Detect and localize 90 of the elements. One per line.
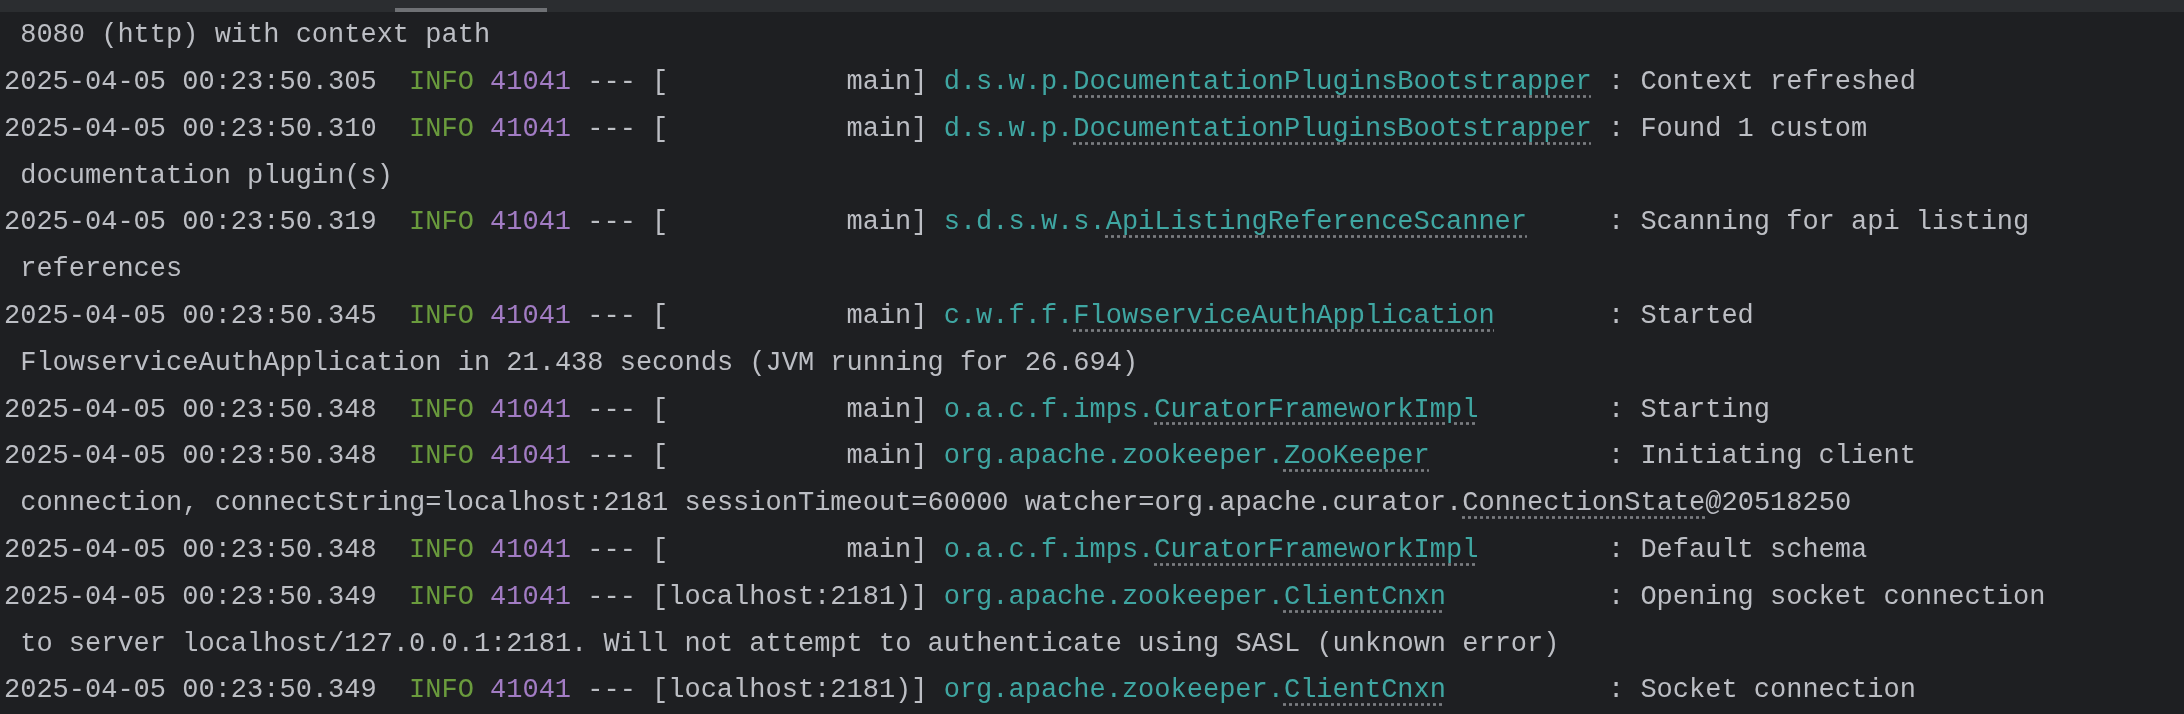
logger-package: org.apache.zookeeper. [943,580,1284,614]
process-id: 41041 [490,299,573,333]
log-message: : Started [1608,299,1754,333]
thread-name: main [845,533,912,567]
logger-class-link[interactable]: ClientCnxn [1283,670,1446,711]
bracket-text: ] [911,674,929,708]
log-message: : Initiating client [1608,440,1916,474]
log-timestamp: 2025-04-05 00:23:50.345 [4,299,378,333]
log-message: FlowserviceAuthApplication in 21.438 seconds (JVM running for 26.694) [19,346,1139,380]
logger-package: d.s.w.p. [943,65,1074,99]
log-message: connection, connectString=localhost:2181 sessionTimeout=60000 watcher=org.apache.curator. [19,487,1463,521]
logger-package: o.a.c.f.imps. [943,393,1155,427]
log-level: INFO [409,674,475,708]
logger-class-link[interactable]: DocumentationPluginsBootstrapper [1073,108,1592,150]
thread-name: main [845,112,912,146]
thread-name: localhost:2181) [668,674,912,708]
logger-package: d.s.w.p. [943,112,1074,146]
log-message: : Socket connection [1608,674,1916,708]
log-message: to server localhost/127.0.0.1:2181. Will not attempt to authenticate using SASL (unknown error) [19,627,1560,661]
log-message: : Default schema [1608,533,1868,567]
log-level: INFO [409,440,475,474]
process-id: 41041 [490,206,573,240]
logger-package: org.apache.zookeeper. [943,440,1284,474]
process-id: 41041 [490,112,573,146]
process-id: 41041 [490,65,573,99]
log-message: : Opening socket connection [1608,580,2046,614]
bracket-text: ] [911,206,929,240]
log-level: INFO [409,299,475,333]
log-timestamp: 2025-04-05 00:23:50.319 [4,206,378,240]
process-id: 41041 [490,440,573,474]
thread-name: main [845,206,912,240]
process-id: 41041 [490,674,573,708]
logger-package: org.apache.zookeeper. [943,674,1284,708]
log-timestamp: 2025-04-05 00:23:50.310 [4,112,378,146]
class-link[interactable]: ConnectionState [1462,483,1706,524]
log-timestamp: 2025-04-05 00:23:50.305 [4,65,378,99]
log-message: : Found 1 custom [1608,112,1868,146]
log-message: references [19,253,183,287]
separator-text: --- [ [587,393,669,427]
process-id: 41041 [490,393,573,427]
log-message: : Context refreshed [1608,65,1916,99]
thread-name: main [845,440,912,474]
log-timestamp: 2025-04-05 00:23:50.348 [4,533,378,567]
log-message: @20518250 [1705,487,1852,521]
bracket-text: ] [911,580,929,614]
thread-name: main [845,299,912,333]
logger-class-link[interactable]: CuratorFrameworkImpl [1154,529,1479,571]
separator-text: --- [ [587,580,669,614]
log-message: : Starting [1608,393,1770,427]
bracket-text: ] [911,65,929,99]
log-message: : Scanning for api listing [1608,206,2030,240]
logger-class-link[interactable]: ClientCnxn [1283,576,1446,618]
bracket-text: ] [911,440,929,474]
scrollbar-thumb[interactable] [395,8,547,12]
logger-package: c.w.f.f. [943,299,1074,333]
log-message: documentation plugin(s) [19,159,393,193]
logger-class-link[interactable]: ZooKeeper [1283,436,1430,477]
log-timestamp: 2025-04-05 00:23:50.348 [4,440,378,474]
log-timestamp: 2025-04-05 00:23:50.348 [4,393,378,427]
process-id: 41041 [490,533,573,567]
log-level: INFO [409,65,475,99]
logger-package: o.a.c.f.imps. [943,533,1155,567]
process-id: 41041 [490,580,573,614]
separator-text: --- [ [587,299,669,333]
logger-class-link[interactable]: ApiListingReferenceScanner [1105,202,1527,243]
separator-text: --- [ [587,65,669,99]
log-level: INFO [409,206,475,240]
separator-text: --- [ [587,206,669,240]
logger-package: s.d.s.w.s. [943,206,1106,240]
log-timestamp: 2025-04-05 00:23:50.349 [4,674,378,708]
log-level: INFO [409,533,475,567]
bracket-text: ] [911,533,929,567]
log-timestamp: 2025-04-05 00:23:50.349 [4,580,378,614]
separator-text: --- [ [587,674,669,708]
log-level: INFO [409,393,475,427]
log-level: INFO [409,112,475,146]
log-level: INFO [409,580,475,614]
logger-class-link[interactable]: DocumentationPluginsBootstrapper [1073,61,1592,103]
bracket-text: ] [911,112,929,146]
bracket-text: ] [911,299,929,333]
separator-text: --- [ [587,440,669,474]
separator-text: --- [ [587,112,669,146]
bracket-text: ] [911,393,929,427]
separator-text: --- [ [587,533,669,567]
thread-name: localhost:2181) [668,580,912,614]
logger-class-link[interactable]: FlowserviceAuthApplication [1073,295,1495,337]
logger-class-link[interactable]: CuratorFrameworkImpl [1154,389,1479,430]
thread-name: main [845,65,912,99]
log-message: 8080 (http) with context path [19,19,491,53]
thread-name: main [845,393,912,427]
